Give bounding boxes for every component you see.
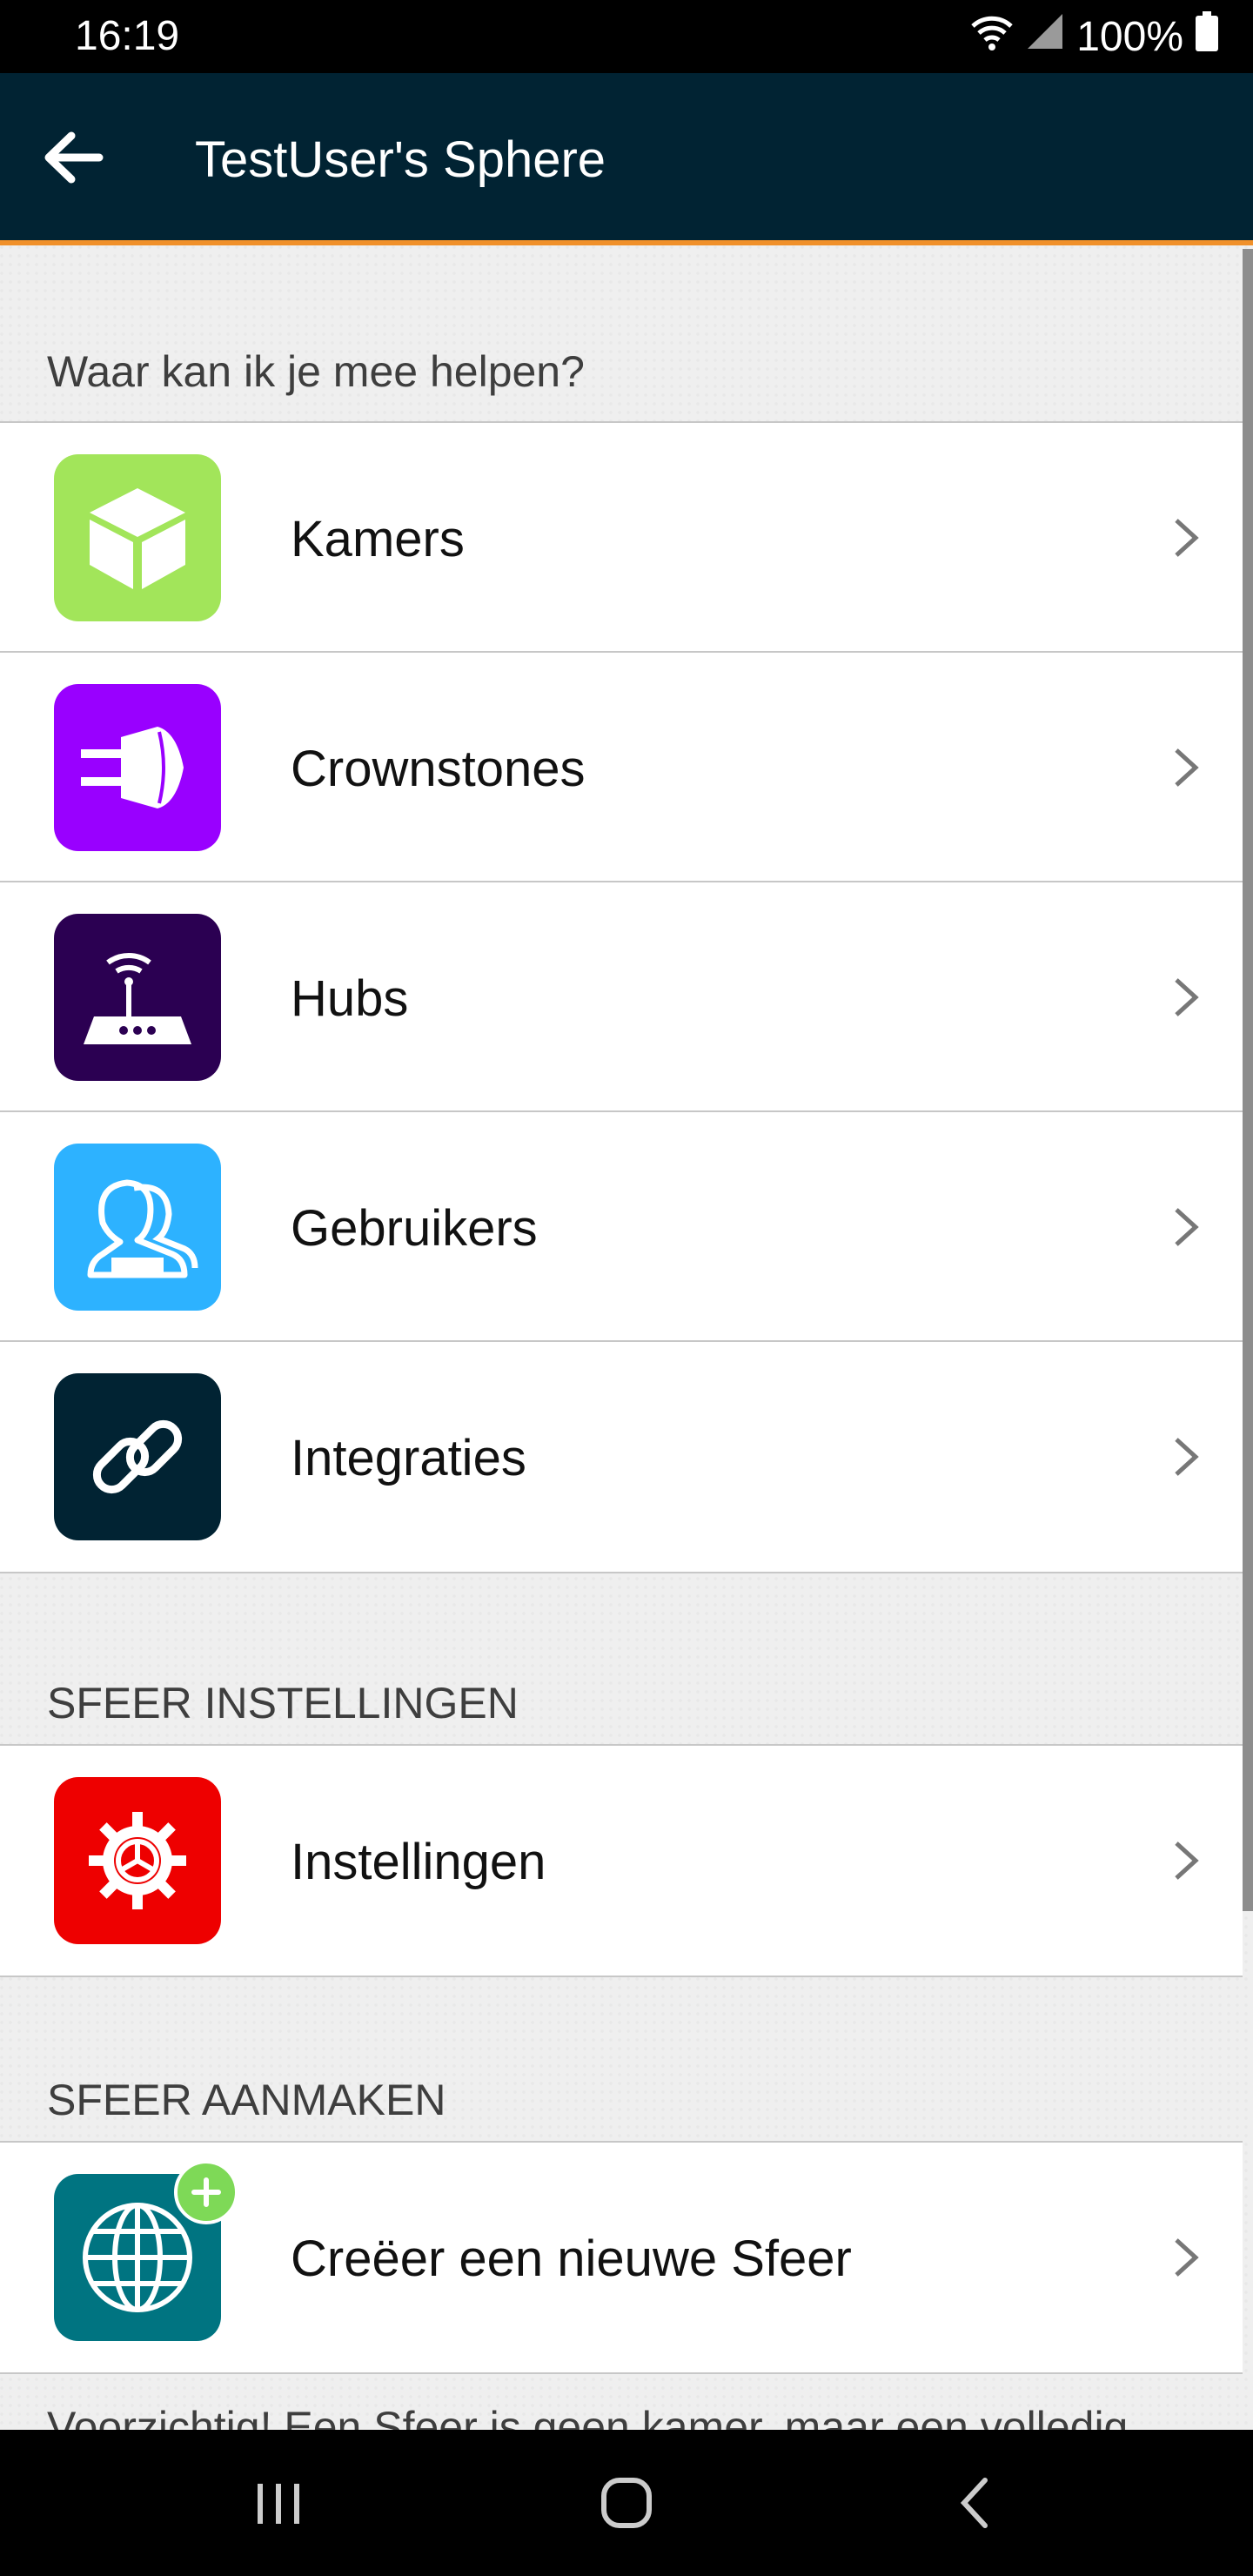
status-bar: 16:19 100%: [0, 0, 1253, 73]
section-label-create: SFEER AANMAKEN: [47, 2076, 446, 2124]
chevron-right-icon: [1175, 1841, 1199, 1880]
plus-icon: [174, 2160, 238, 2224]
list-item-label: Integraties: [291, 1430, 526, 1486]
recent-apps-icon[interactable]: [252, 2482, 305, 2526]
list-item-gebruikers[interactable]: Gebruikers: [0, 1112, 1243, 1342]
list-item-label: Creëer een nieuwe Sfeer: [291, 2231, 852, 2287]
section-label-settings: SFEER INSTELLINGEN: [47, 1679, 519, 1727]
section-label-help: Waar kan ik je mee helpen?: [47, 347, 585, 396]
list-item-label: Crownstones: [291, 741, 586, 797]
home-icon[interactable]: [600, 2477, 653, 2529]
gear-icon: [54, 1777, 221, 1944]
navigation-bar: [0, 2430, 1253, 2576]
battery-icon: [1196, 11, 1218, 62]
list-item-hubs[interactable]: Hubs: [0, 882, 1243, 1112]
back-arrow-icon[interactable]: [38, 127, 108, 188]
plug-icon: [54, 684, 221, 851]
scrollbar[interactable]: [1243, 249, 1253, 1911]
list-item-label: Kamers: [291, 511, 465, 567]
help-list: Kamers Crownstones Hubs Gebruikers Integ…: [0, 421, 1243, 1573]
settings-list: Instellingen: [0, 1744, 1243, 1977]
list-item-integraties[interactable]: Integraties: [0, 1342, 1243, 1572]
status-time: 16:19: [75, 13, 180, 59]
router-icon: [54, 914, 221, 1081]
list-item-instellingen[interactable]: Instellingen: [0, 1746, 1243, 1976]
chevron-right-icon: [1175, 978, 1199, 1016]
users-icon: [54, 1144, 221, 1311]
list-item-create-sphere[interactable]: Creëer een nieuwe Sfeer: [0, 2143, 1243, 2372]
list-item-label: Gebruikers: [291, 1200, 538, 1257]
app-bar: TestUser's Sphere: [0, 73, 1253, 245]
page-title: TestUser's Sphere: [195, 131, 606, 188]
battery-percentage: 100%: [1076, 13, 1183, 60]
wifi-icon: [970, 13, 1014, 61]
chevron-right-icon: [1175, 2238, 1199, 2277]
chevron-right-icon: [1175, 748, 1199, 787]
chevron-right-icon: [1175, 1438, 1199, 1476]
chevron-right-icon: [1175, 519, 1199, 557]
signal-icon: [1026, 12, 1064, 61]
list-item-label: Instellingen: [291, 1834, 546, 1890]
list-item-kamers[interactable]: Kamers: [0, 423, 1243, 653]
back-icon[interactable]: [957, 2475, 992, 2531]
link-icon: [54, 1373, 221, 1540]
chevron-right-icon: [1175, 1208, 1199, 1246]
cube-icon: [54, 454, 221, 621]
list-item-crownstones[interactable]: Crownstones: [0, 653, 1243, 882]
create-list: Creëer een nieuwe Sfeer: [0, 2141, 1243, 2374]
list-item-label: Hubs: [291, 970, 409, 1027]
